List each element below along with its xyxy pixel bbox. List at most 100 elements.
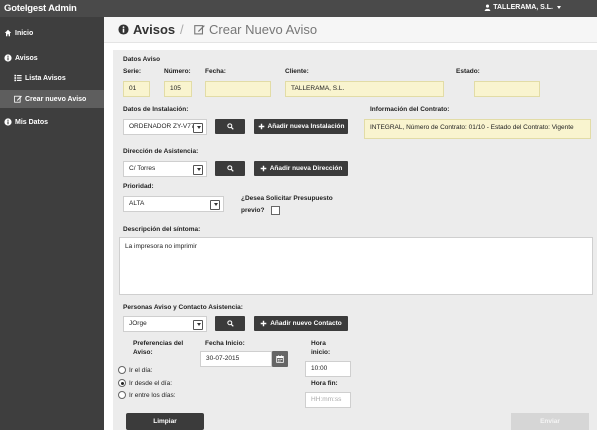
list-icon: [14, 74, 22, 82]
hora-fin-input[interactable]: HH:mm:ss: [305, 392, 351, 408]
page-title: Crear Nuevo Aviso: [194, 22, 317, 37]
edit-icon: [14, 95, 22, 103]
preferencias-label-2: Aviso:: [133, 349, 153, 356]
cliente-label: Cliente:: [285, 68, 309, 75]
instalacion-label: Datos de Instalación:: [123, 106, 189, 113]
info-icon: [118, 24, 129, 35]
top-bar: Gotelgest Admin TALLERAMA, S.L.: [0, 0, 597, 17]
fecha-inicio-input[interactable]: 30-07-2015: [200, 351, 272, 367]
section-title-datos-aviso: Datos Aviso: [123, 56, 161, 63]
sidebar-item-inicio[interactable]: Inicio: [0, 24, 104, 42]
search-icon: [226, 320, 234, 327]
info-icon: [4, 118, 12, 126]
add-contacto-button[interactable]: Añadir nuevo Contacto: [254, 316, 348, 331]
sidebar-item-label: Mis Datos: [15, 118, 49, 126]
estado-label: Estado:: [456, 68, 480, 75]
calendar-icon: [276, 355, 284, 363]
radio-label: Ir el día:: [129, 367, 153, 374]
chevron-down-icon: [197, 126, 201, 129]
user-icon: [484, 4, 491, 11]
personas-select[interactable]: JOrge: [123, 316, 207, 332]
sidebar-item-label: Crear nuevo Aviso: [25, 95, 87, 103]
radio-ir-el-dia[interactable]: [118, 366, 126, 374]
main-content: Avisos / Crear Nuevo Aviso Datos Aviso S…: [104, 17, 597, 430]
presupuesto-label-2: previo?: [241, 207, 265, 214]
plus-icon: [258, 123, 264, 130]
numero-field[interactable]: 105: [164, 81, 192, 97]
sidebar-item-label: Avisos: [15, 54, 38, 62]
limpiar-button[interactable]: Limpiar: [126, 413, 204, 430]
fecha-field[interactable]: [205, 81, 271, 97]
hora-inicio-label-2: inicio:: [311, 349, 331, 356]
user-name: TALLERAMA, S.L.: [493, 4, 553, 11]
sintoma-textarea[interactable]: La impresora no imprimir: [119, 237, 593, 295]
add-direccion-button[interactable]: Añadir nueva Dirección: [254, 161, 348, 176]
chevron-down-icon: [197, 323, 201, 326]
enviar-button[interactable]: Enviar: [511, 413, 589, 430]
fecha-label: Fecha:: [205, 68, 226, 75]
sidebar-item-label: Inicio: [15, 29, 34, 37]
info-icon: [4, 54, 12, 62]
home-icon: [4, 29, 12, 37]
direccion-label: Dirección de Asistencia:: [123, 148, 199, 155]
search-personas-button[interactable]: [215, 316, 245, 331]
personas-selected-value: JOrge: [129, 320, 147, 327]
hora-fin-label: Hora fin:: [311, 380, 338, 387]
sidebar-item-lista-avisos[interactable]: Lista Avisos: [0, 69, 104, 87]
contrato-field[interactable]: INTEGRAL, Número de Contrato: 01/10 - Es…: [364, 119, 591, 139]
estado-field[interactable]: [474, 81, 540, 97]
edit-icon: [194, 25, 205, 35]
sintoma-label: Descripción del síntoma:: [123, 226, 201, 233]
calendar-button[interactable]: [272, 351, 288, 367]
prioridad-selected-value: ALTA: [129, 200, 145, 207]
sidebar-item-crear-nuevo-aviso[interactable]: Crear nuevo Aviso: [0, 90, 104, 108]
page-header: Avisos / Crear Nuevo Aviso: [104, 17, 597, 43]
presupuesto-checkbox[interactable]: [271, 206, 280, 215]
breadcrumb-separator: /: [180, 22, 184, 37]
user-menu[interactable]: TALLERAMA, S.L.: [484, 4, 561, 11]
radio-label: Ir entre los días:: [129, 392, 176, 399]
direccion-select[interactable]: C/ Torres: [123, 161, 207, 177]
serie-label: Serie:: [123, 68, 142, 75]
numero-label: Número:: [164, 68, 191, 75]
radio-ir-entre-los-dias[interactable]: [118, 391, 126, 399]
sidebar-item-mis-datos[interactable]: Mis Datos: [0, 113, 104, 131]
prioridad-label: Prioridad:: [123, 183, 154, 190]
chevron-down-icon: [197, 168, 201, 171]
hora-inicio-input[interactable]: 10:00: [305, 361, 351, 377]
serie-field[interactable]: 01: [123, 81, 150, 97]
personas-label: Personas Aviso y Contacto Asistencia:: [123, 304, 243, 311]
caret-down-icon: [557, 6, 561, 9]
search-icon: [226, 123, 234, 130]
page-title-label: Crear Nuevo Aviso: [209, 22, 318, 37]
sidebar-item-label: Lista Avisos: [25, 74, 66, 82]
search-direccion-button[interactable]: [215, 161, 245, 176]
cliente-field[interactable]: TALLERAMA, S.L.: [285, 81, 444, 97]
instalacion-select[interactable]: ORDENADOR ZY-V77: [123, 119, 207, 135]
contrato-label: Información del Contrato:: [370, 106, 450, 113]
hora-inicio-label: Hora: [311, 340, 326, 347]
breadcrumb-avisos[interactable]: Avisos: [118, 22, 175, 37]
radio-ir-desde-el-dia[interactable]: [118, 379, 126, 387]
brand-logo[interactable]: Gotelgest Admin: [4, 3, 77, 14]
form-panel: Datos Aviso Serie: 01 Número: 105 Fecha:…: [113, 50, 597, 430]
add-direccion-label: Añadir nueva Dirección: [269, 165, 343, 172]
search-instalacion-button[interactable]: [215, 119, 245, 134]
add-instalacion-button[interactable]: Añadir nueva Instalación: [254, 119, 348, 134]
sidebar-item-avisos[interactable]: Avisos: [0, 49, 104, 67]
sidebar: Inicio Avisos Lista Avisos Crear nuevo A…: [0, 17, 104, 430]
search-icon: [226, 165, 234, 172]
plus-icon: [260, 320, 267, 327]
chevron-down-icon: [214, 203, 218, 206]
plus-icon: [260, 165, 266, 172]
add-contacto-label: Añadir nuevo Contacto: [270, 320, 342, 327]
presupuesto-label: ¿Desea Solicitar Presupuesto: [241, 195, 333, 202]
breadcrumb-label: Avisos: [133, 22, 176, 37]
radio-label: Ir desde el día:: [129, 380, 172, 387]
prioridad-select[interactable]: ALTA: [123, 196, 224, 212]
direccion-selected-value: C/ Torres: [129, 165, 156, 172]
instalacion-selected-value: ORDENADOR ZY-V77: [129, 123, 195, 130]
preferencias-label: Preferencias del: [133, 340, 184, 347]
add-instalacion-label: Añadir nueva Instalación: [267, 123, 345, 130]
fecha-inicio-label: Fecha Inicio:: [205, 340, 245, 347]
